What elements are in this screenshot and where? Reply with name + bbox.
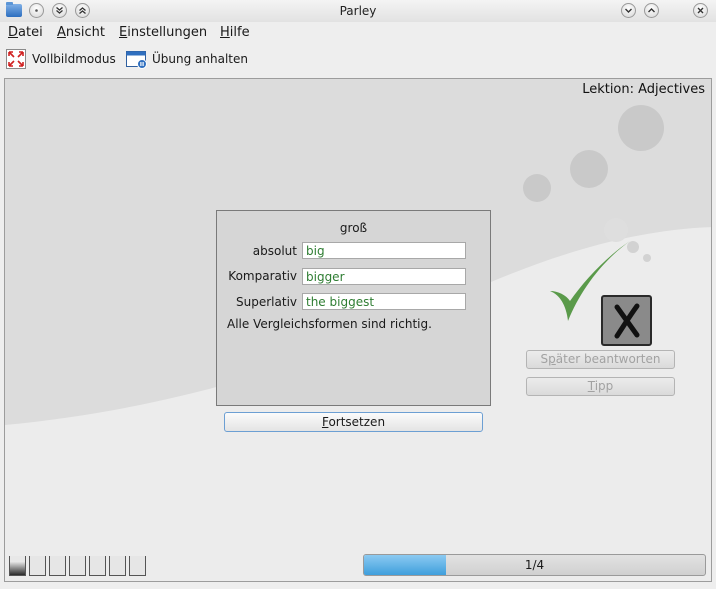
pause-exercise-button[interactable]: Übung anhalten: [126, 48, 248, 70]
title-bar: Parley: [0, 0, 716, 22]
superlative-label: Superlativ: [236, 295, 297, 309]
absolute-label: absolut: [252, 244, 297, 258]
maximize-button[interactable]: [644, 3, 659, 18]
lesson-label: Lektion: Adjectives: [582, 82, 705, 97]
minimize-button[interactable]: [621, 3, 636, 18]
box-slot: [49, 556, 66, 576]
pause-icon: [126, 51, 147, 69]
close-icon: [697, 7, 704, 14]
menu-datei[interactable]: Datei: [8, 25, 43, 40]
answer-later-button[interactable]: Später beantworten: [526, 350, 675, 369]
box-slot: [29, 556, 46, 576]
toolbar: Vollbildmodus Übung anhalten: [0, 44, 716, 74]
question-panel: groß absolut big Komparativ bigger Super…: [216, 210, 491, 406]
box-slot: [69, 556, 86, 576]
practice-area: Lektion: Adjectives Später beantworten T…: [4, 78, 712, 582]
box-slot: [89, 556, 106, 576]
menu-hilfe[interactable]: Hilfe: [220, 25, 250, 40]
menu-einstellungen[interactable]: Einstellungen: [119, 25, 207, 40]
progress-text: 1/4: [524, 558, 545, 572]
fullscreen-icon: [6, 49, 26, 69]
fullscreen-button[interactable]: Vollbildmodus: [6, 48, 116, 70]
box-slot: [9, 556, 26, 576]
comparative-label: Komparativ: [228, 269, 297, 283]
box-slot: [109, 556, 126, 576]
wrong-answer-button[interactable]: [601, 295, 652, 346]
comparative-answer-field[interactable]: bigger: [302, 268, 466, 285]
continue-button[interactable]: Fortsetzen: [224, 412, 483, 432]
window-title: Parley: [339, 4, 377, 18]
chevron-down-icon: [625, 8, 632, 13]
progress-bar: 1/4: [363, 554, 706, 576]
close-button[interactable]: [693, 3, 708, 18]
superlative-answer-field[interactable]: the biggest: [302, 293, 466, 310]
pause-label: Übung anhalten: [152, 52, 248, 66]
fullscreen-label: Vollbildmodus: [32, 52, 116, 66]
chevron-up-icon: [648, 8, 655, 13]
question-word: groß: [339, 221, 368, 235]
result-message: Alle Vergleichsformen sind richtig.: [227, 317, 432, 331]
menu-bar: Datei Ansicht Einstellungen Hilfe: [0, 22, 716, 44]
box-slot: [129, 556, 146, 576]
absolute-answer-field[interactable]: big: [302, 242, 466, 259]
x-mark-icon: [614, 303, 640, 339]
hint-button[interactable]: Tipp: [526, 377, 675, 396]
menu-ansicht[interactable]: Ansicht: [57, 25, 105, 40]
